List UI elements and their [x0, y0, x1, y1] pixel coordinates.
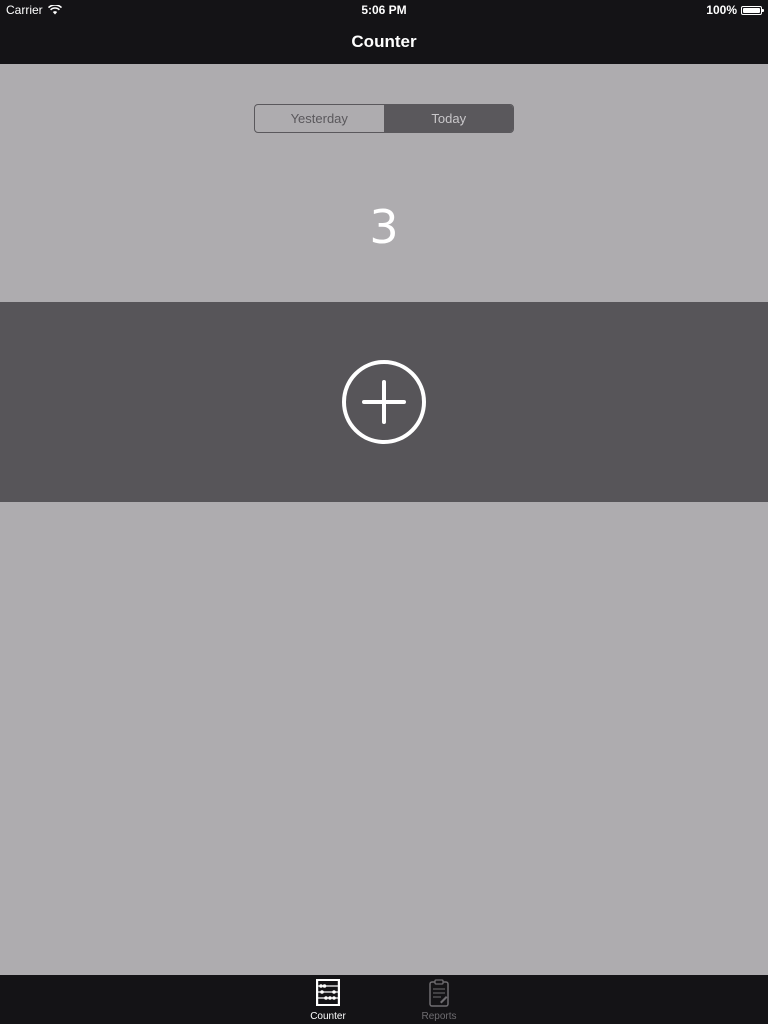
status-time: 5:06 PM — [361, 3, 407, 17]
clipboard-icon — [429, 979, 449, 1007]
segment-today[interactable]: Today — [383, 105, 513, 132]
day-segmented-control: Yesterday Today — [254, 104, 514, 133]
tab-reports-label: Reports — [421, 1011, 457, 1022]
battery-indicator: 100% — [706, 3, 764, 17]
navigation-bar: Counter — [0, 20, 768, 64]
plus-circle-icon — [342, 360, 426, 444]
counter-value: 3 — [369, 200, 399, 254]
page-title: Counter — [351, 32, 417, 51]
tab-counter[interactable]: Counter — [288, 978, 368, 1022]
battery-percent: 100% — [706, 3, 737, 17]
add-band — [0, 302, 768, 502]
empty-content-area — [0, 502, 768, 975]
tab-reports[interactable]: Reports — [399, 978, 479, 1022]
segment-yesterday[interactable]: Yesterday — [255, 105, 384, 132]
tab-counter-label: Counter — [310, 1011, 346, 1022]
counter-section: Yesterday Today 3 — [0, 64, 768, 302]
add-count-button[interactable] — [340, 358, 428, 446]
tab-bar: Counter Reports — [0, 975, 768, 1024]
battery-icon — [741, 5, 764, 15]
status-bar: Carrier 5:06 PM 100% — [0, 0, 768, 20]
abacus-icon — [316, 979, 340, 1006]
